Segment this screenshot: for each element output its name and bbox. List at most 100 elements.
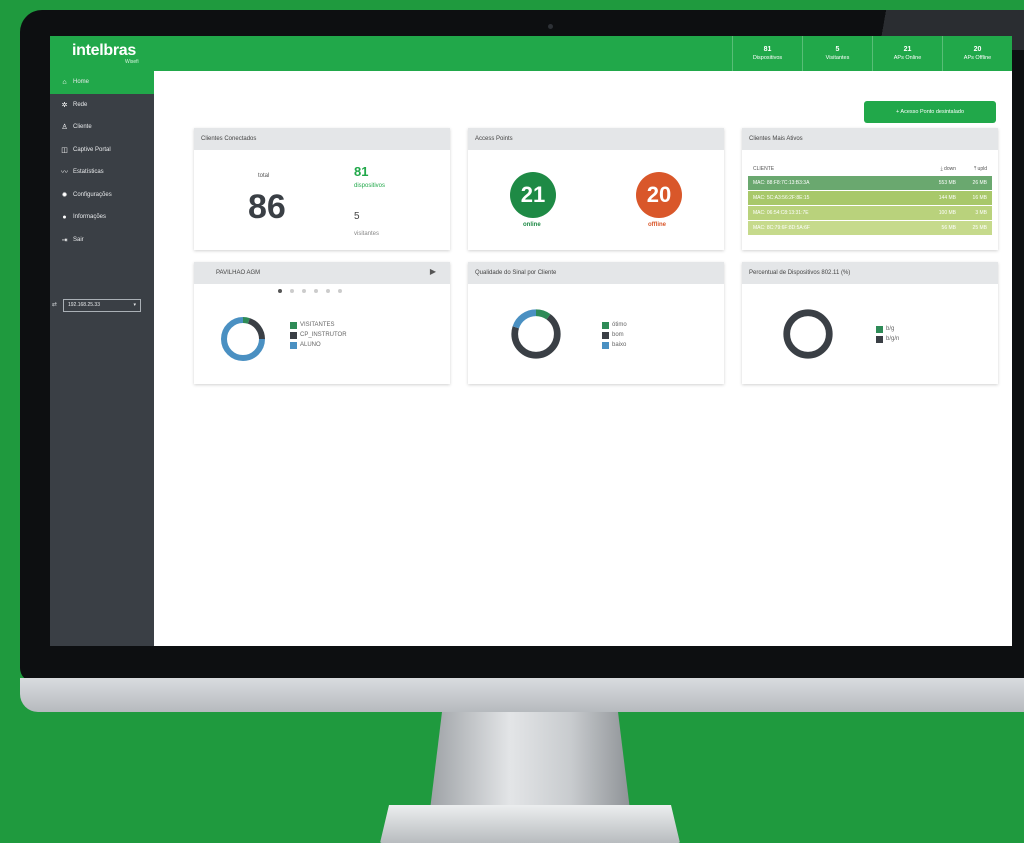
legend-label: ótimo [612,322,627,328]
sidebar-item-rede[interactable]: ✲ Rede [50,94,154,117]
client-down: 56 MB [941,225,956,231]
card-title: Qualidade do Sinal por Cliente [468,262,724,284]
stat-aps-offline-label: APs Offline [963,55,992,61]
client-mac: MAC: 88:F8:7C:13:B3:3A [753,180,810,186]
exit-icon: ⇥ [61,236,68,244]
stat-aps-online-num: 21 [903,46,912,53]
legend-swatch [876,325,883,333]
table-row[interactable]: MAC: 06:54:C8:13:31:7E 100 MB 3 MB [748,206,992,220]
table-row[interactable]: MAC: 5C:A3:56:2F:8E:15 144 MB 16 MB [748,191,992,205]
client-up: 26 MB [972,180,987,186]
percent-donut-chart [783,309,833,359]
legend-label: baixo [612,342,627,348]
legend-item: baixo [602,340,627,350]
sidebar-item-configuracoes[interactable]: ✹ Configurações [50,184,154,207]
legend-swatch [290,341,297,349]
chart-icon: 〰 [61,169,68,177]
brand-logo[interactable]: intelbras [72,42,136,60]
stat-visitors[interactable]: 5 Visitantes [802,36,872,71]
legend-item: b/g [876,324,899,334]
client-up: 25 MB [972,225,987,231]
aps-online-badge[interactable]: 21 [510,172,556,218]
top-clients-card: Clientes Mais Ativos CLIENTE ⤓ down ⤒ up… [742,128,998,250]
percent-legend: b/g b/g/n [876,324,899,344]
legend-item: ALUNO [290,340,347,350]
signal-donut-chart [511,309,561,359]
portal-icon: ◫ [61,146,68,154]
monitor-stand-neck [430,712,630,810]
aps-offline-badge[interactable]: 20 [636,172,682,218]
table-row[interactable]: MAC: 8C:79:6F:8D:5A:6F 56 MB 25 MB [748,221,992,235]
sidebar-item-informacoes[interactable]: ● Informações [50,206,154,229]
client-down: 553 MB [938,180,956,186]
access-points-card: Access Points 21 online 20 offline [468,128,724,250]
legend-label: b/g [886,326,895,332]
pavilion-card: PAVILHAO AGM ▶ VISITANTES CP_INSTRUTOR A… [194,262,450,384]
sidebar-item-sair[interactable]: ⇥ Sair [50,229,154,252]
brand-sub: Wisefi [125,59,139,65]
col-download: ⤓ down [940,166,956,172]
carousel-dot[interactable] [326,289,330,293]
stat-devices-label: Dispositivos [752,55,783,61]
controller-ip-select[interactable]: 192.168.25.33 ▾ [63,299,141,312]
carousel-dot[interactable] [338,289,342,293]
carousel-dot[interactable] [314,289,318,293]
legend-swatch [602,341,609,349]
total-count: 86 [248,188,286,226]
total-label: total [258,173,270,179]
sidebar: ⌂ Home ✲ Rede ♙ Cliente ◫ Captive Portal… [50,71,154,646]
stat-aps-online[interactable]: 21 APs Online [872,36,942,71]
next-arrow-icon[interactable]: ▶ [430,267,436,276]
col-client: CLIENTE [753,166,775,172]
visitors-label: visitantes [354,231,380,237]
pavilion-donut-chart [221,317,265,361]
legend-label: ALUNO [300,342,321,348]
monitor-stand-foot [380,805,680,843]
info-icon: ● [62,213,67,221]
carousel-dots [278,289,342,293]
stat-devices[interactable]: 81 Dispositivos [732,36,802,71]
chevron-down-icon: ▾ [133,302,136,308]
card-title: Percentual de Dispositivos 802.11 (%) [742,262,998,284]
legend-item: bom [602,330,627,340]
visitors-count[interactable]: 5 [354,211,360,222]
carousel-dot[interactable] [302,289,306,293]
sidebar-item-home[interactable]: ⌂ Home [50,71,154,94]
legend-item: b/g/n [876,334,899,344]
devices-count[interactable]: 81 [354,164,368,179]
client-mac: MAC: 8C:79:6F:8D:5A:6F [753,225,810,231]
stat-aps-offline[interactable]: 20 APs Offline [942,36,1012,71]
stat-devices-num: 81 [763,46,772,53]
app-screen: intelbras Wisefi 81 Dispositivos 5 Visit… [50,36,1012,646]
sidebar-item-estatisticas[interactable]: 〰 Estatísticas [50,161,154,184]
signal-quality-card: Qualidade do Sinal por Cliente ótimo bom… [468,262,724,384]
client-mac: MAC: 5C:A3:56:2F:8E:15 [753,195,810,201]
monitor-chin [20,678,1024,712]
carousel-dot[interactable] [278,289,282,293]
legend-label: b/g/n [886,336,900,342]
pavilion-legend: VISITANTES CP_INSTRUTOR ALUNO [290,320,347,350]
controller-ip-value: 192.168.25.33 [68,302,100,308]
sidebar-item-cliente[interactable]: ♙ Cliente [50,116,154,139]
sidebar-item-captive-portal[interactable]: ◫ Captive Portal [50,139,154,162]
stat-visitors-label: Visitantes [825,55,850,61]
card-title: Clientes Mais Ativos [742,128,998,150]
card-title: Access Points [468,128,724,150]
table-row[interactable]: MAC: 88:F8:7C:13:B3:3A 553 MB 26 MB [748,176,992,190]
card-title: PAVILHAO AGM [216,270,261,276]
new-access-point-button[interactable]: + Acesso Ponto desintalado [864,101,996,123]
carousel-dot[interactable] [290,289,294,293]
col-upload: ⤒ upld [973,166,987,172]
donut-segment[interactable] [783,309,833,359]
stat-aps-online-label: APs Online [893,55,922,61]
legend-item: CP_INSTRUTOR [290,330,347,340]
table-header: CLIENTE ⤓ down ⤒ upld [748,162,992,176]
stat-visitors-num: 5 [835,46,840,53]
clients-connected-card: Clientes Conectados total 86 81 disposit… [194,128,450,250]
network-icon: ✲ [61,101,68,109]
user-icon: ♙ [61,124,68,132]
stat-aps-offline-num: 20 [973,46,982,53]
aps-offline-label: offline [648,222,666,228]
home-icon: ⌂ [62,78,67,86]
legend-swatch [602,331,609,339]
